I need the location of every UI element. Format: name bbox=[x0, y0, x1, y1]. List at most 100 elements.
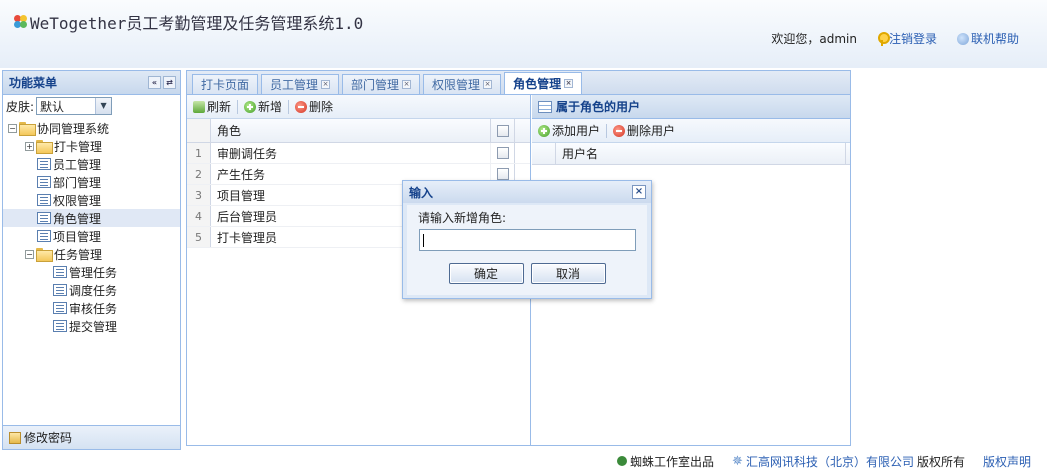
collapse-toggle-icon[interactable]: − bbox=[8, 123, 17, 133]
role-column-header[interactable]: 角色 bbox=[211, 119, 491, 142]
tree-item-manage-task[interactable]: 管理任务 bbox=[3, 263, 180, 281]
tab-department[interactable]: 部门管理 × bbox=[342, 74, 421, 94]
collapse-toggle-icon[interactable]: − bbox=[25, 249, 34, 259]
toolbar-separator bbox=[606, 123, 608, 138]
page-icon bbox=[53, 266, 67, 278]
add-role-button[interactable]: 新增 bbox=[244, 98, 282, 115]
select-all-cell bbox=[491, 119, 515, 142]
add-user-button[interactable]: 添加用户 bbox=[538, 122, 600, 139]
copyright-statement-link[interactable]: 版权声明 bbox=[983, 453, 1031, 470]
function-menu-title: 功能菜单 « ⇄ bbox=[3, 71, 180, 95]
add-icon bbox=[538, 124, 550, 137]
row-number: 4 bbox=[187, 206, 211, 226]
page-icon bbox=[37, 158, 51, 170]
row-checkbox[interactable] bbox=[496, 168, 509, 180]
delete-label: 删除 bbox=[309, 100, 334, 114]
logo-icon bbox=[14, 15, 28, 29]
refresh-button[interactable]: 刷新 bbox=[193, 98, 231, 115]
tree-node-label: 项目管理 bbox=[53, 229, 102, 244]
role-toolbar: 刷新 新增 删除 bbox=[187, 95, 530, 119]
close-icon[interactable]: × bbox=[483, 80, 493, 89]
tree-item-submit[interactable]: 提交管理 bbox=[3, 317, 180, 335]
ok-button[interactable]: 确定 bbox=[448, 263, 524, 284]
skin-row: 皮肤: 默认 ▼ bbox=[3, 95, 180, 117]
header-links: 欢迎您，admin 注销登录 联机帮助 bbox=[771, 30, 1019, 47]
row-check-cell bbox=[491, 143, 515, 163]
folder-open-icon bbox=[19, 122, 36, 136]
copyright-credit: ✵ 汇高网讯科技（北京）有限公司 版权所有 bbox=[732, 453, 965, 470]
tree-item-dispatch-task[interactable]: 调度任务 bbox=[3, 281, 180, 299]
refresh-panel-icon[interactable]: ⇄ bbox=[163, 76, 176, 89]
skin-select[interactable]: 默认 ▼ bbox=[36, 97, 113, 115]
tree-node-label: 提交管理 bbox=[69, 319, 118, 334]
tree-item-project[interactable]: 项目管理 bbox=[3, 227, 180, 245]
page-icon bbox=[37, 230, 51, 242]
delete-icon bbox=[295, 100, 308, 113]
menu-tree: − 协同管理系统 + 打卡管理 员工管理 部门管理 权限管理 角色管理 项目管理 bbox=[3, 117, 180, 335]
tab-bar: 打卡页面 员工管理 × 部门管理 × 权限管理 × 角色管理 × bbox=[186, 70, 851, 94]
tree-item-permission[interactable]: 权限管理 bbox=[3, 191, 180, 209]
company-logo-icon: ✵ bbox=[732, 453, 743, 469]
page-icon bbox=[37, 176, 51, 188]
rownum-header bbox=[187, 119, 211, 142]
tree-node-label: 员工管理 bbox=[53, 157, 102, 172]
chevron-down-icon: ▼ bbox=[95, 98, 112, 114]
delete-user-button[interactable]: 删除用户 bbox=[613, 122, 675, 139]
row-number: 5 bbox=[187, 227, 211, 247]
page-icon bbox=[37, 212, 51, 224]
app-title-text: WeTogether员工考勤管理及任务管理系统1.0 bbox=[30, 14, 364, 33]
tree-item-employee[interactable]: 员工管理 bbox=[3, 155, 180, 173]
role-users-title: 属于角色的用户 bbox=[532, 95, 850, 119]
add-icon bbox=[244, 100, 257, 113]
skin-label: 皮肤: bbox=[6, 99, 35, 114]
grid-icon bbox=[538, 100, 552, 113]
tab-employee[interactable]: 员工管理 × bbox=[261, 74, 340, 94]
tab-punch-page[interactable]: 打卡页面 bbox=[192, 74, 259, 94]
change-password-label: 修改密码 bbox=[24, 431, 73, 445]
delete-role-button[interactable]: 删除 bbox=[295, 98, 333, 115]
tree-item-review-task[interactable]: 审核任务 bbox=[3, 299, 180, 317]
page-icon bbox=[53, 320, 67, 332]
user-grid-header: 用户名 bbox=[532, 143, 850, 165]
tree-item-department[interactable]: 部门管理 bbox=[3, 173, 180, 191]
change-password-link[interactable]: 修改密码 bbox=[3, 425, 180, 449]
expand-toggle-icon[interactable]: + bbox=[25, 141, 34, 151]
tree-node-label: 权限管理 bbox=[53, 193, 102, 208]
username-column-header[interactable]: 用户名 bbox=[556, 143, 846, 164]
tree-item-role[interactable]: 角色管理 bbox=[3, 209, 180, 227]
tree-node-root[interactable]: − 协同管理系统 bbox=[3, 119, 180, 137]
table-row[interactable]: 1 审删调任务 bbox=[187, 143, 530, 164]
dialog-body: 请输入新增角色: 确定 取消 bbox=[407, 205, 647, 295]
row-checkbox[interactable] bbox=[496, 147, 509, 159]
close-icon[interactable]: × bbox=[321, 80, 331, 89]
close-icon[interactable]: × bbox=[402, 80, 412, 89]
cancel-button[interactable]: 取消 bbox=[530, 263, 606, 284]
page-icon bbox=[53, 284, 67, 296]
key-icon bbox=[877, 31, 890, 46]
row-number: 2 bbox=[187, 164, 211, 184]
tree-node-punch[interactable]: + 打卡管理 bbox=[3, 137, 180, 155]
close-icon[interactable]: × bbox=[632, 185, 646, 199]
help-icon bbox=[956, 32, 969, 45]
logout-link[interactable]: 注销登录 bbox=[877, 30, 937, 47]
tree-node-label: 调度任务 bbox=[69, 283, 118, 298]
new-role-input[interactable] bbox=[419, 229, 636, 251]
tree-node-task[interactable]: − 任务管理 bbox=[3, 245, 180, 263]
row-number: 1 bbox=[187, 143, 211, 163]
company-name: 汇高网讯科技（北京）有限公司 bbox=[745, 454, 914, 469]
add-user-label: 添加用户 bbox=[552, 124, 601, 138]
input-dialog: 输入 × 请输入新增角色: 确定 取消 bbox=[402, 180, 652, 299]
app-header: WeTogether员工考勤管理及任务管理系统1.0 欢迎您，admin 注销登… bbox=[0, 0, 1047, 68]
page-icon bbox=[37, 194, 51, 206]
folder-icon bbox=[36, 140, 53, 154]
close-icon[interactable]: × bbox=[564, 79, 574, 88]
tab-permission[interactable]: 权限管理 × bbox=[423, 74, 502, 94]
tab-label: 打卡页面 bbox=[201, 78, 250, 92]
tab-label: 权限管理 bbox=[432, 78, 481, 92]
select-all-checkbox[interactable] bbox=[496, 124, 509, 137]
help-link[interactable]: 联机帮助 bbox=[956, 30, 1019, 47]
dialog-title[interactable]: 输入 × bbox=[403, 181, 651, 203]
collapse-icon[interactable]: « bbox=[148, 76, 161, 89]
dialog-prompt: 请输入新增角色: bbox=[418, 211, 507, 225]
tab-role[interactable]: 角色管理 × bbox=[504, 72, 583, 94]
